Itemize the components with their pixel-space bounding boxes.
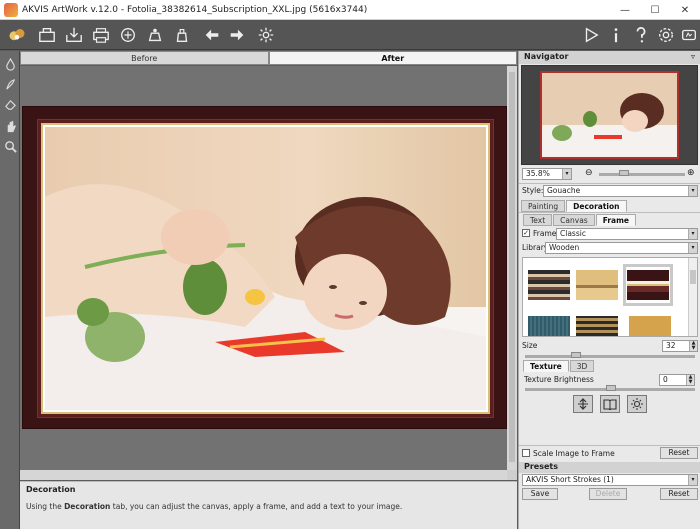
hint-text: Using the Decoration tab, you can adjust…	[26, 502, 403, 511]
style-label: Style:	[522, 186, 544, 195]
navigator-thumbnail	[540, 71, 679, 159]
zoom-out-icon[interactable]: ⊖	[585, 168, 593, 178]
navigator-header: Navigator ▿	[519, 51, 700, 64]
zoom-slider-handle[interactable]	[619, 170, 629, 176]
size-slider[interactable]	[525, 355, 695, 358]
info-icon[interactable]	[605, 24, 627, 46]
tab-after[interactable]: After	[268, 51, 517, 65]
window-title: AKVIS ArtWork v.12.0 - Fotolia_38382614_…	[22, 4, 368, 15]
library-select[interactable]: Wooden ▾	[545, 242, 698, 254]
size-label: Size	[522, 341, 538, 350]
tab-before[interactable]: Before	[20, 51, 269, 65]
toolbar	[0, 20, 700, 50]
scale-image-checkbox[interactable]	[522, 449, 530, 457]
zoom-slider[interactable]	[599, 173, 685, 176]
title-bar: AKVIS ArtWork v.12.0 - Fotolia_38382614_…	[0, 0, 700, 20]
frame-library-grid[interactable]	[522, 257, 698, 337]
open-icon[interactable]	[36, 24, 58, 46]
frame-checkbox[interactable]: ✓	[522, 229, 530, 237]
frame-thumb-2[interactable]	[576, 270, 618, 300]
texture-brightness-handle[interactable]	[606, 385, 616, 391]
maximize-button[interactable]: ☐	[640, 0, 670, 20]
save-preset-button[interactable]: Save	[522, 488, 558, 500]
akvis-logo-icon[interactable]	[4, 24, 30, 46]
help-icon[interactable]	[630, 24, 652, 46]
zoom-in-icon[interactable]: ⊕	[687, 168, 695, 178]
hint-panel: Decoration Using the Decoration tab, you…	[20, 481, 517, 529]
frame-thumb-6[interactable]	[629, 316, 671, 336]
style-select[interactable]: Gouache ▾	[543, 185, 698, 197]
scroll-corner	[507, 470, 517, 480]
frame-thumb-1[interactable]	[528, 270, 570, 300]
frame-thumb-selected[interactable]	[623, 264, 673, 306]
presets-select[interactable]: AKVIS Short Strokes (1) ▾	[522, 474, 698, 486]
frame-thumb-4[interactable]	[528, 316, 570, 336]
preferences-icon[interactable]	[655, 24, 677, 46]
tab-3d[interactable]: 3D	[569, 360, 595, 372]
vertical-scrollbar[interactable]	[507, 66, 517, 470]
share-icon[interactable]	[117, 24, 139, 46]
hand-icon[interactable]	[0, 116, 20, 136]
reset-frame-button[interactable]: Reset	[660, 447, 698, 459]
size-input[interactable]: 32 ▲ ▼	[662, 340, 698, 352]
tab-texture[interactable]: Texture	[523, 360, 569, 372]
texture-tabs: Texture 3D	[523, 360, 595, 372]
reset-preset-button[interactable]: Reset	[660, 488, 698, 500]
frame-label: Frame	[533, 229, 557, 238]
painted-image	[45, 127, 486, 410]
zoom-row: 35.8% ▾ ⊖ ⊕	[519, 167, 700, 181]
hint-title: Decoration	[26, 485, 76, 494]
presets-header: Presets	[519, 462, 700, 473]
frame-thumb-5[interactable]	[576, 316, 618, 336]
close-button[interactable]: ✕	[670, 0, 700, 20]
texture-brightness-label: Texture Brightness	[524, 375, 594, 384]
paint-drop-icon[interactable]	[0, 54, 20, 74]
size-slider-handle[interactable]	[571, 352, 581, 358]
eraser-icon[interactable]	[0, 94, 20, 114]
horizontal-scrollbar[interactable]	[20, 470, 507, 480]
zoom-select[interactable]: 35.8% ▾	[522, 168, 572, 180]
undo-icon[interactable]	[201, 24, 223, 46]
decorative-frame	[22, 106, 507, 429]
flip-vertical-icon[interactable]	[573, 395, 593, 413]
save-icon[interactable]	[63, 24, 85, 46]
left-toolbar	[0, 51, 20, 529]
batch-icon[interactable]	[144, 24, 166, 46]
main-tabs: Painting Decoration	[521, 200, 628, 212]
navigator-preview[interactable]	[521, 65, 698, 165]
view-tabs: Before After	[20, 51, 517, 65]
zoom-icon[interactable]	[0, 136, 20, 156]
collapse-icon[interactable]: ▿	[691, 52, 695, 61]
redo-icon[interactable]	[226, 24, 248, 46]
texture-brightness-input[interactable]: 0 ▲ ▼	[659, 374, 695, 386]
tab-canvas[interactable]: Canvas	[553, 214, 595, 226]
tab-frame[interactable]: Frame	[595, 214, 637, 226]
decoration-tabs: Text Canvas Frame	[523, 214, 637, 226]
sun-brightness-icon[interactable]	[627, 395, 647, 413]
settings-gear-icon[interactable]	[255, 24, 277, 46]
tab-decoration[interactable]: Decoration	[566, 200, 627, 212]
stroke-brush-icon[interactable]	[0, 74, 20, 94]
frame-type-select[interactable]: Classic ▾	[556, 228, 698, 240]
app-icon	[4, 2, 18, 17]
tab-text[interactable]: Text	[523, 214, 553, 226]
print-icon[interactable]	[90, 24, 112, 46]
delete-preset-button[interactable]: Delete	[589, 488, 627, 500]
book-mirror-icon[interactable]	[600, 395, 620, 413]
minimize-button[interactable]: —	[610, 0, 640, 20]
run-icon[interactable]	[580, 24, 602, 46]
tips-icon[interactable]	[678, 24, 700, 46]
scale-image-label: Scale Image to Frame	[533, 449, 615, 458]
library-scrollbar[interactable]	[688, 258, 697, 336]
plugin-icon[interactable]	[171, 24, 193, 46]
settings-panel: Navigator ▿ 35.8%▾ ⊖ ⊕ Style: Gouache▾	[518, 51, 700, 529]
tab-painting[interactable]: Painting	[521, 200, 566, 212]
